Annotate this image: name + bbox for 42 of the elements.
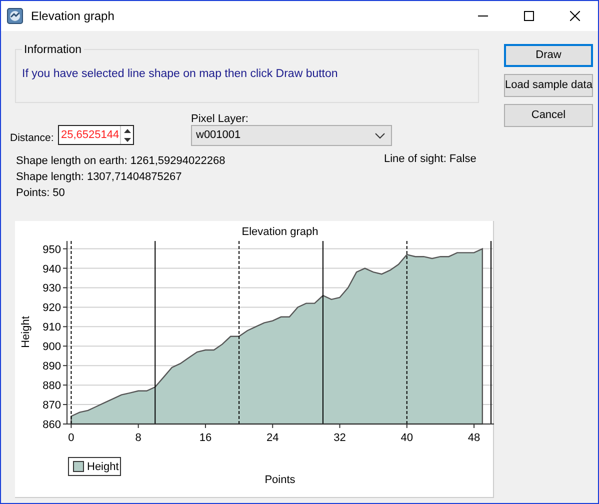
dialog-button[interactable]: Load sample data: [504, 74, 593, 97]
tick-label: 910: [42, 322, 61, 334]
legend-swatch: [73, 461, 84, 472]
tick-label: 950: [42, 244, 61, 256]
tick-label: 880: [42, 380, 61, 392]
dialog-button[interactable]: Draw: [504, 44, 593, 67]
up-arrow-icon[interactable]: [124, 128, 130, 132]
minimize-icon[interactable]: [478, 15, 488, 17]
axis-title: Points: [264, 474, 296, 486]
down-arrow-icon[interactable]: [124, 138, 130, 142]
tick-label: 40: [400, 432, 413, 444]
stat-text: Shape length: 1307,71404875267: [16, 170, 183, 184]
dialog-button[interactable]: Cancel: [504, 104, 593, 127]
tick-label: 900: [42, 341, 61, 354]
tick-label: 870: [42, 400, 61, 412]
line-of-sight-text: Line of sight: False: [384, 152, 476, 167]
tick-label: 940: [42, 263, 61, 276]
tick-label: 48: [468, 432, 480, 444]
pixel-layer-label: Pixel Layer:: [191, 112, 248, 127]
tick-label: 890: [42, 360, 61, 373]
pixel-layer-dropdown[interactable]: w001001: [191, 125, 392, 146]
chart-title: Elevation graph: [242, 226, 318, 238]
tick-label: 930: [42, 282, 61, 295]
tick-label: 860: [42, 419, 61, 431]
tick-label: 16: [199, 432, 212, 444]
tick-label: 8: [135, 432, 142, 444]
close-icon[interactable]: [570, 11, 580, 21]
legend-label: Height: [87, 461, 119, 473]
tick-label: 920: [42, 302, 61, 314]
tick-label: 24: [266, 432, 279, 444]
window-title: Elevation graph: [31, 8, 116, 25]
chevron-icon: [375, 132, 385, 138]
distance-label: Distance:: [10, 131, 54, 146]
maximize-icon[interactable]: [524, 11, 534, 21]
tick-label: 32: [334, 432, 346, 444]
app-icon: [7, 8, 23, 24]
distance-spinbox[interactable]: 25,6525144: [58, 125, 134, 145]
stat-text: Shape length on earth: 1261,59294022268: [16, 154, 226, 168]
stat-text: Points: 50: [16, 186, 66, 200]
axis-title: Height: [20, 316, 32, 348]
tick-label: 0: [68, 432, 74, 444]
information-text: If you have selected line shape on map then click Draw button: [22, 67, 338, 82]
